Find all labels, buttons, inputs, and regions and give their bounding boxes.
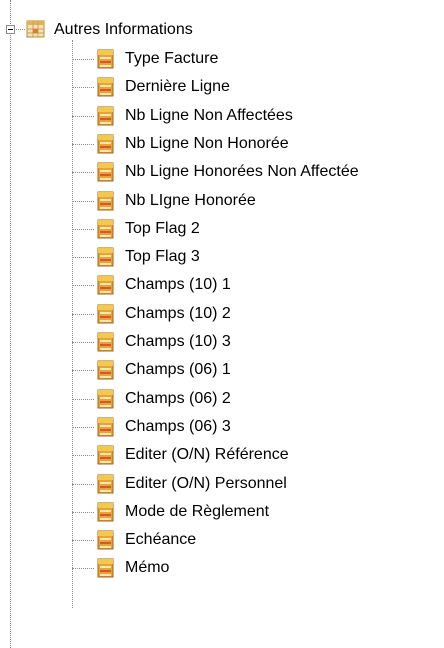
- tree-node-label: Editer (O/N) Personnel: [125, 475, 287, 492]
- field-icon: [97, 417, 114, 437]
- tree-connector-child: [72, 59, 94, 60]
- tree-node-label: Echéance: [125, 531, 197, 548]
- tree-node[interactable]: Nb Ligne Honorées Non Affectée: [0, 159, 444, 187]
- tree-connector-child: [72, 399, 94, 400]
- tree-node[interactable]: Champs (06) 1: [0, 357, 444, 385]
- field-icon: [97, 77, 114, 97]
- collapse-toggle[interactable]: [6, 25, 15, 34]
- tree-connector-child: [72, 201, 94, 202]
- tree-connector-child: [72, 540, 94, 541]
- tree-node-label: Mode de Règlement: [125, 503, 270, 520]
- tree-node[interactable]: Champs (10) 2: [0, 301, 444, 329]
- tree-node[interactable]: Mémo: [0, 555, 444, 583]
- tree-node-label: Nb Ligne Honorées Non Affectée: [125, 163, 359, 180]
- tree-node-label: Champs (10) 3: [125, 333, 231, 350]
- tree-connector-child: [72, 314, 94, 315]
- tree-node-label: Top Flag 3: [125, 248, 200, 265]
- field-icon: [97, 304, 114, 324]
- tree-connector-child: [72, 229, 94, 230]
- tree-connector-child: [72, 285, 94, 286]
- tree-node-label: Editer (O/N) Référence: [125, 446, 289, 463]
- field-icon: [97, 106, 114, 126]
- tree-connector-child: [72, 512, 94, 513]
- tree-node[interactable]: Nb Ligne Non Honorée: [0, 131, 444, 159]
- field-icon: [97, 219, 114, 239]
- tree-connector-child: [72, 144, 94, 145]
- tree-node-label: Champs (10) 1: [125, 276, 231, 293]
- tree-node-label: Champs (06) 3: [125, 418, 231, 435]
- tree-connector-child: [72, 568, 94, 569]
- tree-node[interactable]: Editer (O/N) Personnel: [0, 471, 444, 499]
- tree-connector-child: [72, 484, 94, 485]
- tree-node[interactable]: Nb LIgne Honorée: [0, 188, 444, 216]
- tree-node-label: Nb LIgne Honorée: [125, 192, 256, 209]
- tree-connector-child: [72, 455, 94, 456]
- field-icon: [97, 530, 114, 550]
- field-icon: [97, 389, 114, 409]
- tree-node-label: Top Flag 2: [125, 220, 200, 237]
- tree-node-label: Mémo: [125, 559, 170, 576]
- tree-node-label: Champs (06) 1: [125, 361, 231, 378]
- field-icon: [97, 558, 114, 578]
- tree-node[interactable]: Type Facture: [0, 46, 444, 74]
- tree-node[interactable]: Nb Ligne Non Affectées: [0, 103, 444, 131]
- field-icon: [97, 247, 114, 267]
- field-icon: [97, 332, 114, 352]
- field-icon: [97, 474, 114, 494]
- table-icon: [26, 20, 45, 38]
- tree-node-label: Champs (10) 2: [125, 305, 231, 322]
- tree-node[interactable]: Dernière Ligne: [0, 74, 444, 102]
- tree-connector-child: [72, 342, 94, 343]
- field-icon: [97, 275, 114, 295]
- tree-node[interactable]: Top Flag 3: [0, 244, 444, 272]
- tree-node[interactable]: Editer (O/N) Référence: [0, 442, 444, 470]
- tree-node[interactable]: Echéance: [0, 527, 444, 555]
- field-icon: [97, 134, 114, 154]
- tree-view: Autres Informations Type Facture Dernière…: [0, 0, 444, 648]
- field-icon: [97, 445, 114, 465]
- tree-connector-child: [72, 370, 94, 371]
- tree-node[interactable]: Champs (10) 3: [0, 329, 444, 357]
- tree-node[interactable]: Champs (06) 2: [0, 386, 444, 414]
- tree-connector-child: [72, 257, 94, 258]
- field-icon: [97, 502, 114, 522]
- tree-node-label: Nb Ligne Non Affectées: [125, 107, 293, 124]
- tree-node-label: Dernière Ligne: [125, 78, 230, 95]
- tree-connector-child: [72, 116, 94, 117]
- tree-node-label: Champs (06) 2: [125, 390, 231, 407]
- tree-connector-child: [72, 427, 94, 428]
- tree-connector-child: [72, 87, 94, 88]
- tree-connector-child: [72, 172, 94, 173]
- tree-node[interactable]: Mode de Règlement: [0, 499, 444, 527]
- tree-node-label: Type Facture: [125, 50, 219, 67]
- tree-node[interactable]: Champs (06) 3: [0, 414, 444, 442]
- field-icon: [97, 191, 114, 211]
- tree-node[interactable]: Top Flag 2: [0, 216, 444, 244]
- field-icon: [97, 162, 114, 182]
- tree-node-label: Nb Ligne Non Honorée: [125, 135, 289, 152]
- tree-node-autres-informations[interactable]: Autres Informations: [54, 20, 193, 40]
- field-icon: [97, 49, 114, 69]
- tree-connector-parent: [16, 29, 25, 30]
- field-icon: [97, 360, 114, 380]
- tree-node[interactable]: Champs (10) 1: [0, 272, 444, 300]
